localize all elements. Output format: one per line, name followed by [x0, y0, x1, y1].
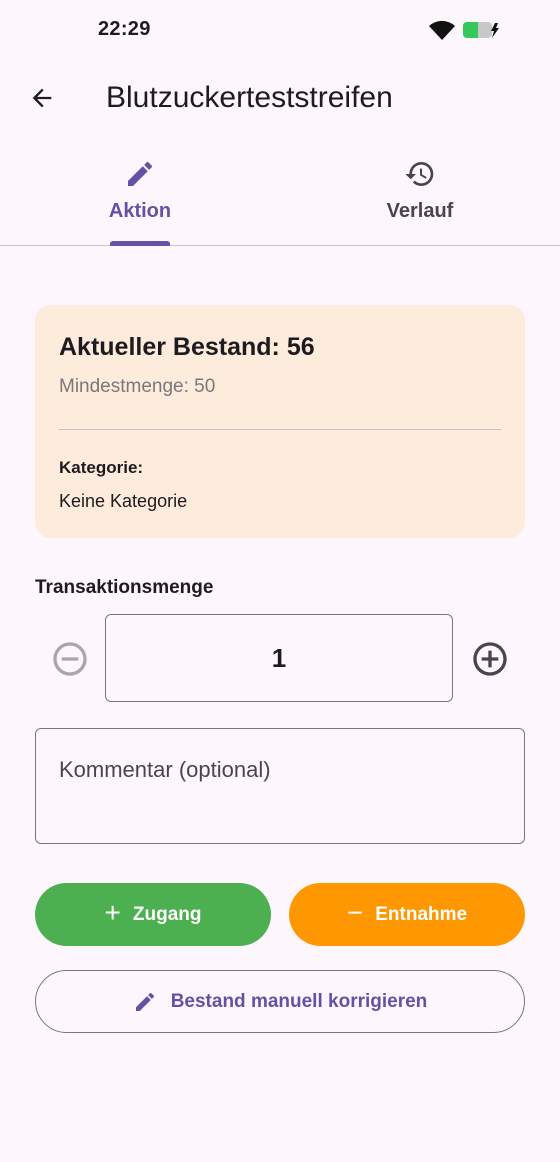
decrement-button[interactable] — [50, 639, 90, 679]
tab-aktion[interactable]: Aktion — [0, 150, 280, 245]
history-icon — [405, 162, 434, 187]
page-title: Blutzuckerteststreifen — [106, 81, 393, 114]
status-time: 22:29 — [98, 18, 151, 40]
pencil-icon — [128, 161, 153, 186]
add-stock-button[interactable]: + Zugang — [35, 883, 271, 946]
category-value: Keine Kategorie — [59, 491, 188, 511]
tab-indicator — [110, 241, 170, 246]
min-quantity: Mindestmenge: 50 — [59, 376, 216, 397]
correct-stock-label: Bestand manuell korrigieren — [170, 990, 428, 1012]
card-divider — [59, 429, 501, 430]
pencil-icon — [135, 992, 154, 1011]
arrow-back-icon — [32, 88, 52, 108]
quantity-input[interactable]: 1 — [105, 614, 453, 702]
transaction-quantity-label: Transaktionsmenge — [35, 577, 214, 598]
increment-button[interactable] — [470, 639, 510, 679]
remove-stock-button[interactable]: − Entnahme — [289, 883, 525, 946]
stock-card: Aktueller Bestand: 56 Mindestmenge: 50 K… — [35, 305, 525, 538]
tab-verlauf-label: Verlauf — [386, 200, 454, 222]
wifi-icon — [429, 20, 455, 40]
add-stock-label: Zugang — [132, 903, 202, 925]
category-label: Kategorie: — [59, 458, 144, 477]
correct-stock-button[interactable]: Bestand manuell korrigieren — [35, 970, 525, 1033]
comment-input[interactable]: Kommentar (optional) — [35, 728, 525, 844]
tab-verlauf[interactable]: Verlauf — [280, 150, 560, 245]
plus-icon: + — [104, 897, 121, 928]
minus-icon: − — [346, 897, 364, 928]
current-stock: Aktueller Bestand: 56 — [59, 333, 315, 361]
remove-stock-label: Entnahme — [375, 903, 468, 925]
battery-charging-icon — [463, 22, 499, 38]
back-button[interactable] — [22, 78, 62, 118]
tab-divider — [0, 245, 560, 246]
tab-aktion-label: Aktion — [108, 200, 172, 222]
comment-placeholder: Kommentar (optional) — [59, 757, 271, 782]
